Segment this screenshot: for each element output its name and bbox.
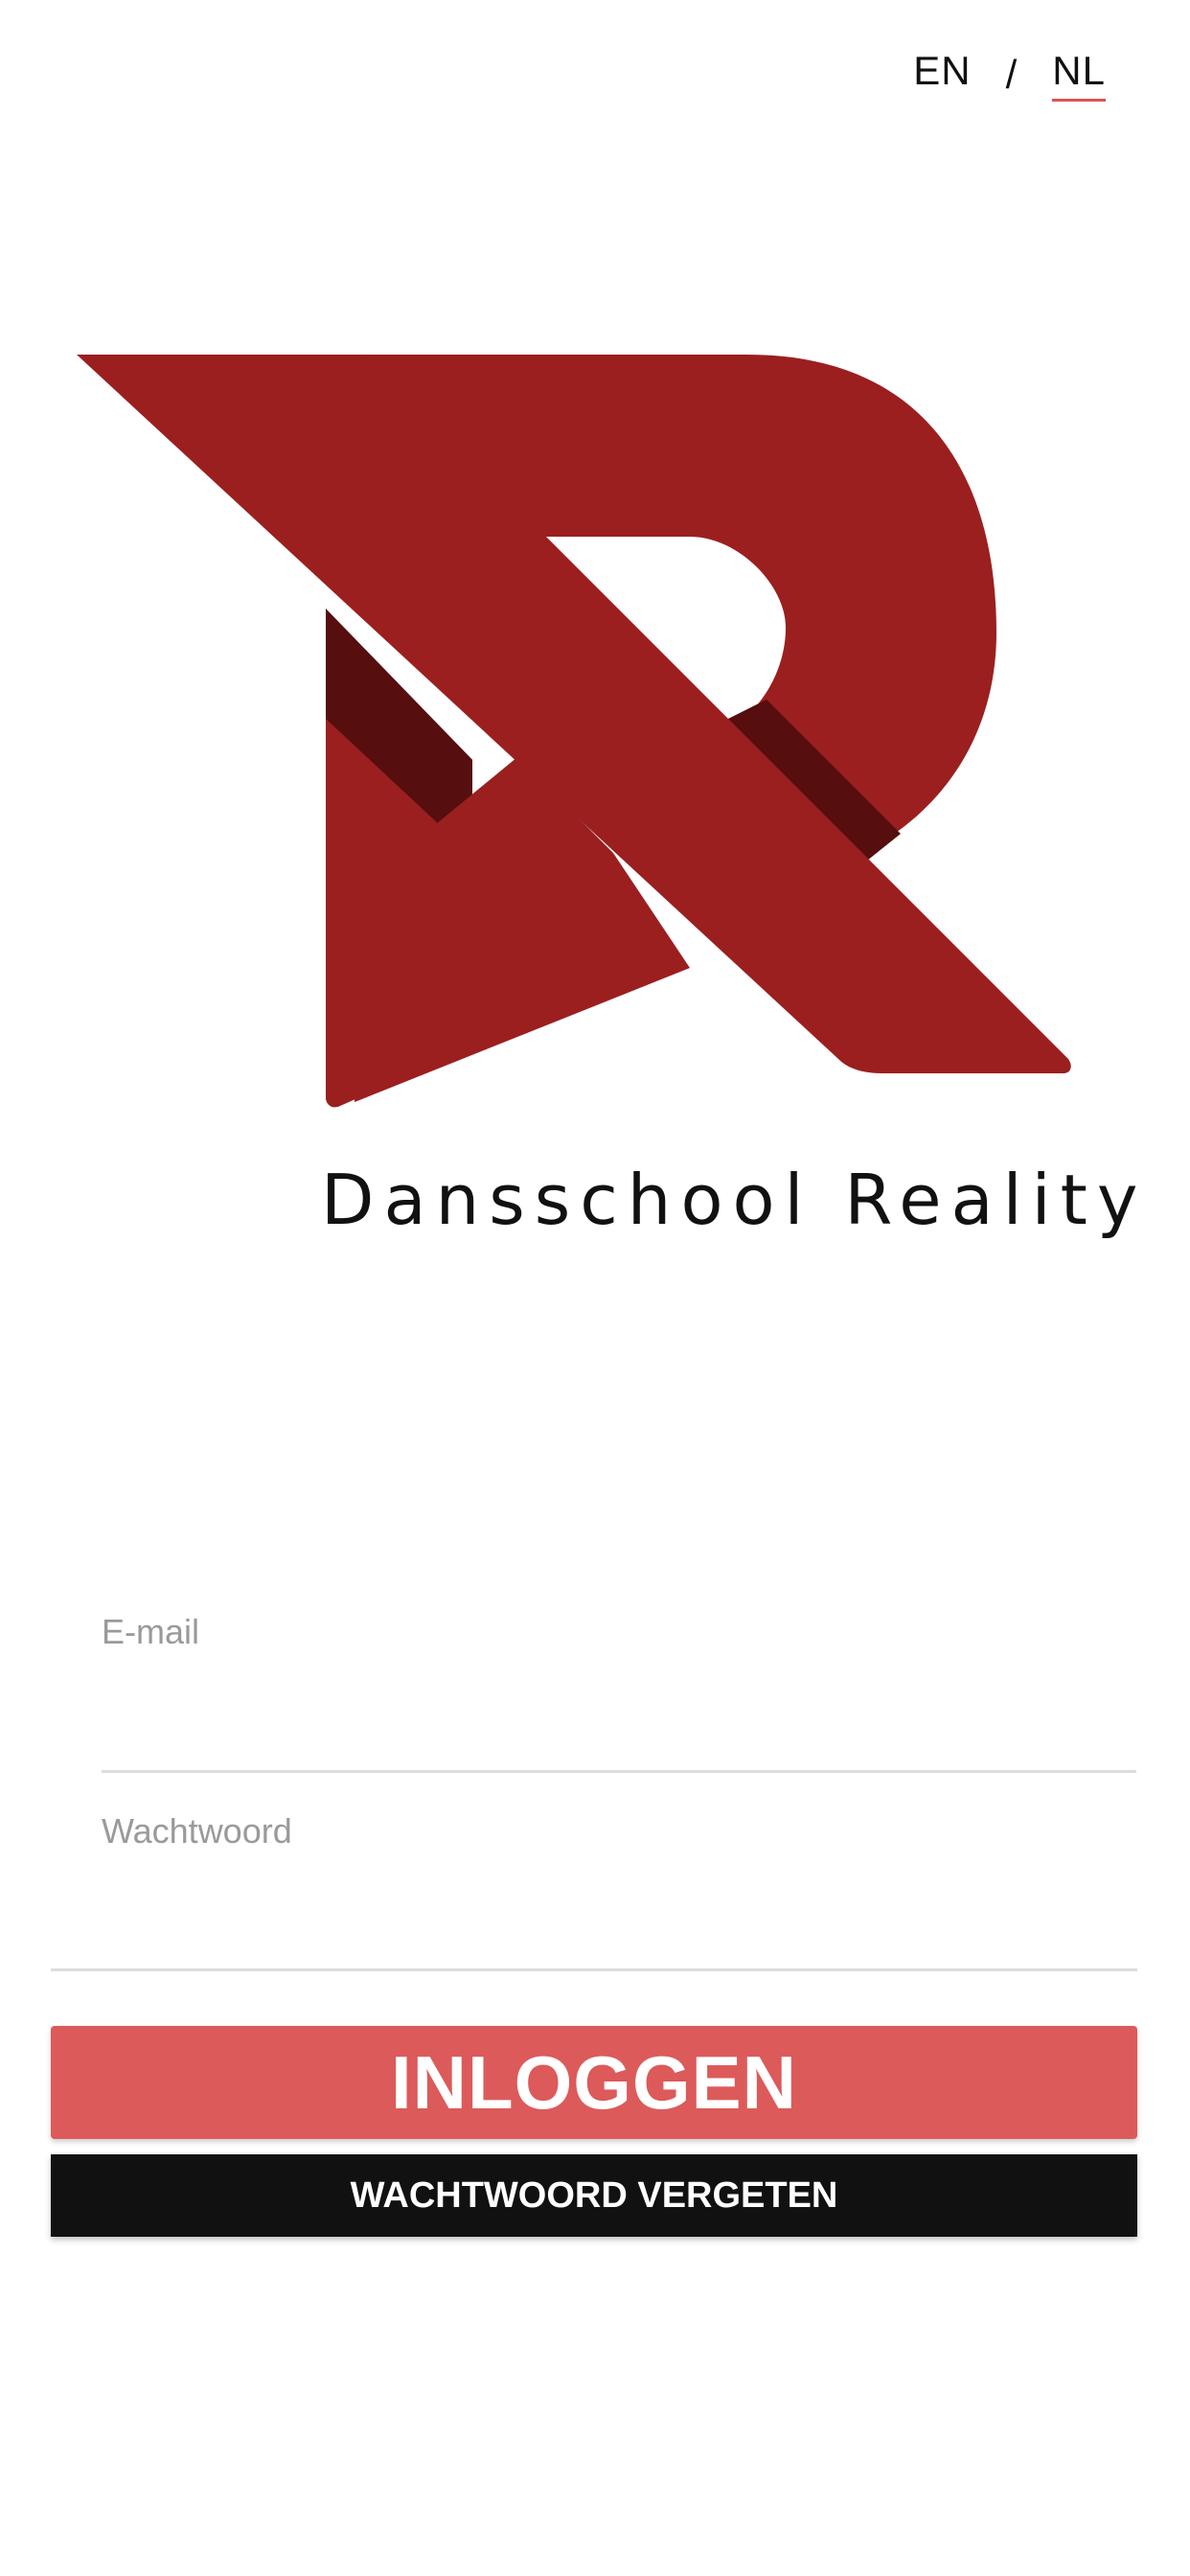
email-label: E-mail (102, 1612, 200, 1651)
email-underline (102, 1770, 1136, 1773)
password-field: Wachtwoord (102, 1811, 1136, 1974)
email-field: E-mail (102, 1612, 1136, 1775)
language-en-link[interactable]: EN (913, 48, 971, 102)
login-button[interactable]: INLOGGEN (51, 2026, 1137, 2139)
dansschool-reality-logo-icon (77, 355, 1073, 1121)
password-label: Wachtwoord (102, 1811, 292, 1851)
email-input[interactable] (102, 1679, 1136, 1758)
language-switch: EN / NL (913, 48, 1106, 102)
password-input[interactable] (102, 1878, 1136, 1957)
forgot-password-button[interactable]: WACHTWOORD VERGETEN (51, 2154, 1137, 2237)
language-nl-link[interactable]: NL (1052, 48, 1106, 102)
password-underline (51, 1968, 1137, 1971)
logo-wordmark: Dansschool Reality (321, 1160, 1148, 1240)
language-separator: / (1005, 52, 1018, 97)
